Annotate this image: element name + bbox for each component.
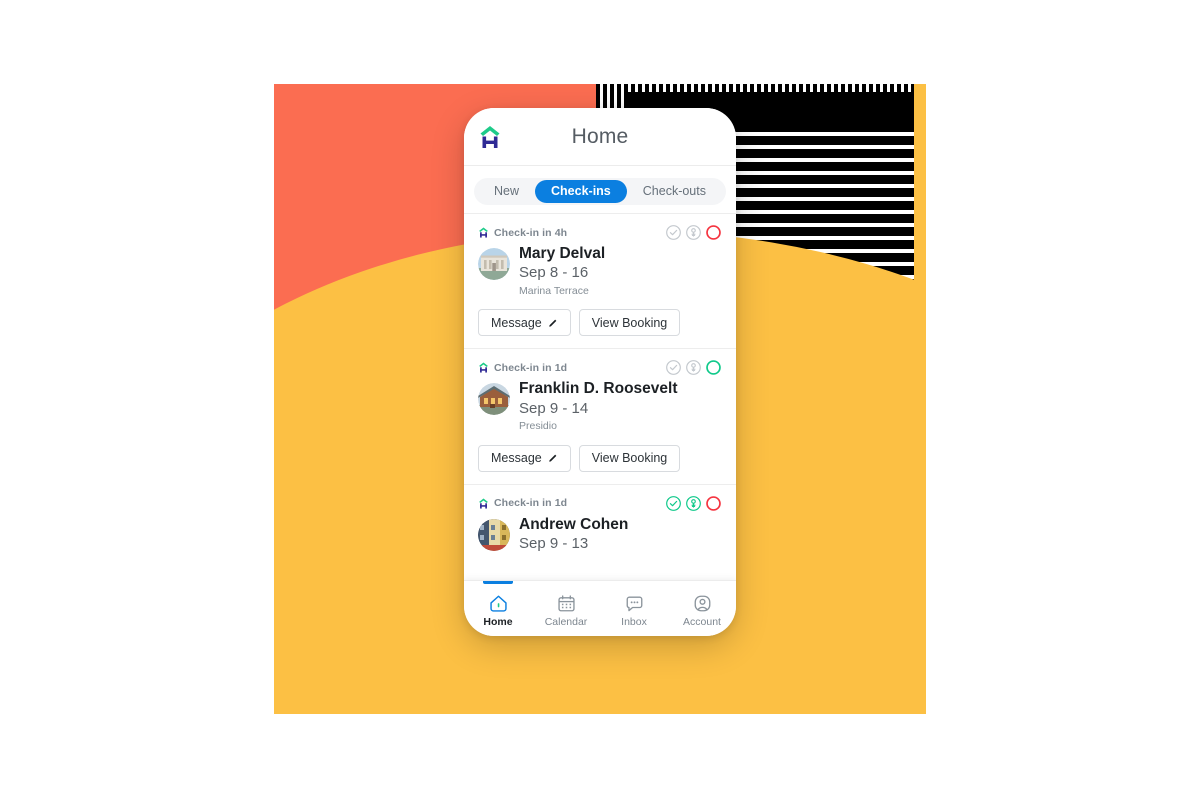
booking-card[interactable]: Check-in in 4h Mary Delval Sep 8 - 16 Ma… (464, 213, 736, 348)
key-access-icon[interactable] (685, 495, 702, 512)
booking-card-header: Check-in in 4h (478, 224, 722, 241)
calendar-icon (556, 593, 577, 614)
stay-dates: Sep 9 - 14 (519, 399, 589, 417)
message-button[interactable]: Message (478, 444, 571, 472)
verified-check-icon[interactable] (665, 359, 682, 376)
nav-label-account: Account (683, 615, 721, 628)
booking-card-header: Check-in in 1d (478, 359, 722, 376)
status-circle-icon[interactable] (705, 495, 722, 512)
checkin-countdown-label: Check-in in 1d (494, 497, 568, 510)
yellow-edge-strip (914, 84, 926, 714)
status-circle-icon[interactable] (705, 224, 722, 241)
tab-bar: New Check-ins Check-outs (464, 166, 736, 213)
key-access-icon[interactable] (685, 359, 702, 376)
nav-item-home[interactable]: Home (464, 581, 532, 636)
stay-dates: Sep 8 - 16 (519, 264, 589, 282)
hostfully-mark-icon (478, 361, 489, 374)
booking-card-actions: Message View Booking (478, 444, 722, 472)
message-button-label: Message (491, 315, 542, 330)
property-name: Marina Terrace (519, 284, 589, 297)
message-button-label: Message (491, 451, 542, 466)
guest-name: Mary Delval (519, 245, 606, 262)
status-circle-icon[interactable] (705, 359, 722, 376)
person-circle-icon (692, 593, 713, 614)
chat-bubble-icon (624, 593, 645, 614)
booking-card-actions: Message View Booking (478, 309, 722, 337)
property-avatar (478, 518, 510, 551)
nav-label-home: Home (483, 615, 513, 628)
view-booking-button[interactable]: View Booking (578, 309, 681, 337)
pencil-icon (548, 453, 558, 463)
booking-card[interactable]: Check-in in 1d (464, 483, 736, 567)
page-title: Home (571, 124, 629, 148)
key-access-icon[interactable] (685, 224, 702, 241)
hostfully-mark-icon (478, 226, 489, 239)
status-icon-group (665, 359, 722, 376)
verified-check-icon[interactable] (665, 224, 682, 241)
checkin-countdown-label: Check-in in 1d (494, 361, 568, 374)
property-avatar (478, 383, 510, 416)
guest-name: Franklin D. Roosevelt (519, 380, 678, 398)
app-header: Home (464, 108, 736, 166)
status-icon-group (665, 495, 722, 512)
home-icon (488, 593, 509, 614)
nav-label-calendar: Calendar (544, 615, 588, 628)
verified-check-icon[interactable] (665, 495, 682, 512)
pencil-icon (548, 318, 558, 328)
nav-label-inbox: Inbox (621, 615, 647, 628)
property-avatar (478, 248, 510, 280)
tab-check-outs[interactable]: Check-outs (627, 180, 722, 203)
bookings-list: Check-in in 4h Mary Delval Sep 8 - 16 Ma… (464, 213, 736, 580)
active-tab-indicator (483, 581, 513, 584)
message-button[interactable]: Message (478, 309, 571, 337)
status-icon-group (665, 224, 722, 241)
guest-name: Andrew Cohen (519, 515, 629, 533)
tab-check-ins[interactable]: Check-ins (535, 180, 627, 203)
property-name: Presidio (519, 420, 557, 432)
view-booking-button[interactable]: View Booking (578, 444, 681, 472)
nav-item-calendar[interactable]: Calendar (532, 581, 600, 636)
bottom-navigation: Home Calendar Inbox Account (464, 580, 736, 636)
stay-dates: Sep 9 - 13 (519, 535, 589, 553)
nav-item-account[interactable]: Account (668, 581, 736, 636)
booking-card-header: Check-in in 1d (478, 495, 722, 512)
nav-item-inbox[interactable]: Inbox (600, 581, 668, 636)
checkin-countdown-label: Check-in in 4h (494, 226, 568, 239)
booking-card[interactable]: Check-in in 1d (464, 348, 736, 483)
phone-mockup: Home New Check-ins Check-outs Check-in i… (464, 108, 736, 636)
tab-new[interactable]: New (478, 180, 535, 203)
hostfully-mark-icon (478, 497, 489, 510)
